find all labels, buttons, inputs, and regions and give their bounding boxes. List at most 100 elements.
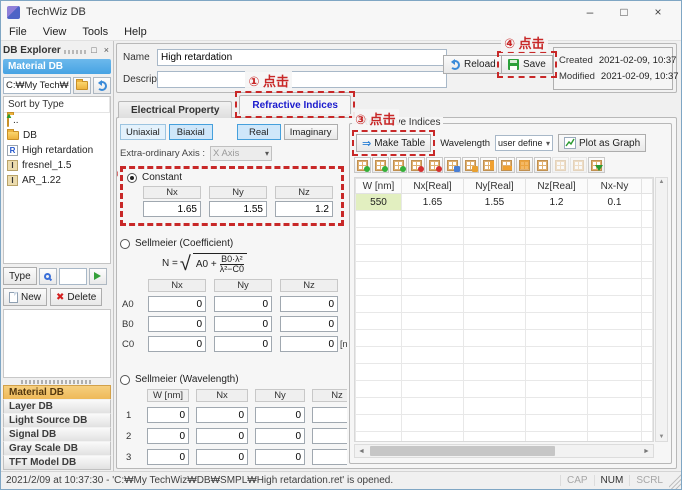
table-row-empty[interactable] <box>355 380 653 398</box>
empty-cell[interactable] <box>587 380 642 398</box>
table-row-empty[interactable] <box>355 397 653 415</box>
imaginary-button[interactable]: Imaginary <box>283 124 338 140</box>
sellmeier-coeff-radio[interactable] <box>120 238 130 249</box>
resize-grip[interactable] <box>669 472 681 489</box>
filter-input[interactable] <box>58 267 87 285</box>
horizontal-scrollbar[interactable]: ◄ ► <box>354 444 654 458</box>
empty-cell[interactable] <box>355 346 402 364</box>
empty-cell[interactable] <box>525 329 588 347</box>
empty-cell[interactable] <box>463 414 526 432</box>
b0-nx-input[interactable] <box>148 316 206 332</box>
browse-folder-button[interactable] <box>73 77 91 94</box>
empty-cell[interactable] <box>463 210 526 228</box>
empty-cell[interactable] <box>587 295 642 313</box>
empty-cell[interactable] <box>463 397 526 415</box>
plot-as-graph-button[interactable]: Plot as Graph <box>558 134 647 152</box>
empty-cell[interactable] <box>401 431 464 441</box>
empty-cell[interactable] <box>641 431 653 441</box>
sellmeier-coeff-radio-row[interactable]: Sellmeier (Coefficient) <box>120 238 347 249</box>
cell-nz[interactable]: 1.2 <box>525 193 588 211</box>
header-nz-real[interactable]: Nz[Real] <box>525 178 588 194</box>
empty-cell[interactable] <box>463 346 526 364</box>
wave3-w-input[interactable] <box>147 449 189 465</box>
table-row[interactable]: 550 1.65 1.55 1.2 0.1 <box>355 193 653 211</box>
cell-w[interactable]: 550 <box>355 193 402 211</box>
empty-cell[interactable] <box>587 278 642 296</box>
empty-cell[interactable] <box>463 261 526 279</box>
empty-cell[interactable] <box>355 414 402 432</box>
menu-view[interactable]: View <box>35 25 75 39</box>
empty-cell[interactable] <box>463 244 526 262</box>
empty-cell[interactable] <box>587 431 642 441</box>
empty-cell[interactable] <box>641 227 653 245</box>
empty-cell[interactable] <box>525 380 588 398</box>
scroll-down-icon[interactable]: ▼ <box>659 434 665 440</box>
empty-cell[interactable] <box>587 329 642 347</box>
empty-cell[interactable] <box>355 329 402 347</box>
empty-cell[interactable] <box>355 295 402 313</box>
empty-cell[interactable] <box>463 278 526 296</box>
tree-item-db-folder[interactable]: DB <box>4 128 110 143</box>
empty-cell[interactable] <box>355 312 402 330</box>
empty-cell[interactable] <box>355 210 402 228</box>
empty-cell[interactable] <box>355 227 402 245</box>
maximize-button[interactable]: □ <box>607 5 641 19</box>
empty-cell[interactable] <box>355 431 402 441</box>
empty-cell[interactable] <box>525 414 588 432</box>
select-column-icon[interactable] <box>480 157 497 173</box>
sidebar-item-tft-model-db[interactable]: TFT Model DB <box>3 455 111 470</box>
empty-cell[interactable] <box>463 227 526 245</box>
table-row-empty[interactable] <box>355 431 653 441</box>
empty-cell[interactable] <box>641 329 653 347</box>
empty-cell[interactable] <box>401 227 464 245</box>
empty-cell[interactable] <box>401 295 464 313</box>
wavelength-dropdown[interactable]: user define ▾ <box>495 135 554 151</box>
empty-cell[interactable] <box>525 278 588 296</box>
wave1-nz-input[interactable] <box>312 407 347 423</box>
menu-file[interactable]: File <box>1 25 35 39</box>
b0-ny-input[interactable] <box>214 316 272 332</box>
sellmeier-wave-radio-row[interactable]: Sellmeier (Wavelength) <box>120 374 347 385</box>
reload-button[interactable]: Reload <box>443 55 503 74</box>
uniaxial-button[interactable]: Uniaxial <box>120 124 166 140</box>
menu-help[interactable]: Help <box>116 25 155 39</box>
wave2-w-input[interactable] <box>147 428 189 444</box>
nav-splitter-grip[interactable] <box>21 380 93 384</box>
empty-cell[interactable] <box>401 397 464 415</box>
empty-cell[interactable] <box>525 227 588 245</box>
empty-cell[interactable] <box>355 244 402 262</box>
wave1-ny-input[interactable] <box>255 407 305 423</box>
empty-cell[interactable] <box>641 346 653 364</box>
vertical-scrollbar[interactable]: ▲ ▼ <box>655 177 668 442</box>
panel-grip[interactable] <box>63 49 87 54</box>
constant-radio-row[interactable]: Constant <box>127 172 337 183</box>
empty-cell[interactable] <box>587 346 642 364</box>
empty-cell[interactable] <box>401 414 464 432</box>
close-button[interactable]: × <box>641 5 675 19</box>
scroll-right-icon[interactable]: ► <box>640 448 653 455</box>
table-row-empty[interactable] <box>355 261 653 279</box>
refresh-button[interactable] <box>93 77 111 94</box>
table-row-empty[interactable] <box>355 346 653 364</box>
search-go-button[interactable] <box>88 267 107 285</box>
sidebar-item-signal-db[interactable]: Signal DB <box>3 427 111 442</box>
wave2-nz-input[interactable] <box>312 428 347 444</box>
scroll-up-icon[interactable]: ▲ <box>659 179 665 185</box>
empty-cell[interactable] <box>525 431 588 441</box>
empty-cell[interactable] <box>641 397 653 415</box>
cell-nx[interactable]: 1.65 <box>401 193 464 211</box>
constant-radio[interactable] <box>127 172 137 183</box>
type-button[interactable]: Type <box>3 267 37 285</box>
empty-cell[interactable] <box>525 261 588 279</box>
wave3-ny-input[interactable] <box>255 449 305 465</box>
db-path-dropdown[interactable]: C:₩My Tech₩ ▾ <box>3 77 71 94</box>
empty-cell[interactable] <box>587 414 642 432</box>
empty-cell[interactable] <box>525 346 588 364</box>
empty-cell[interactable] <box>401 363 464 381</box>
empty-cell[interactable] <box>401 244 464 262</box>
empty-cell[interactable] <box>355 278 402 296</box>
b0-nz-input[interactable] <box>280 316 338 332</box>
table-row-empty[interactable] <box>355 278 653 296</box>
empty-cell[interactable] <box>401 329 464 347</box>
table-row-empty[interactable] <box>355 414 653 432</box>
